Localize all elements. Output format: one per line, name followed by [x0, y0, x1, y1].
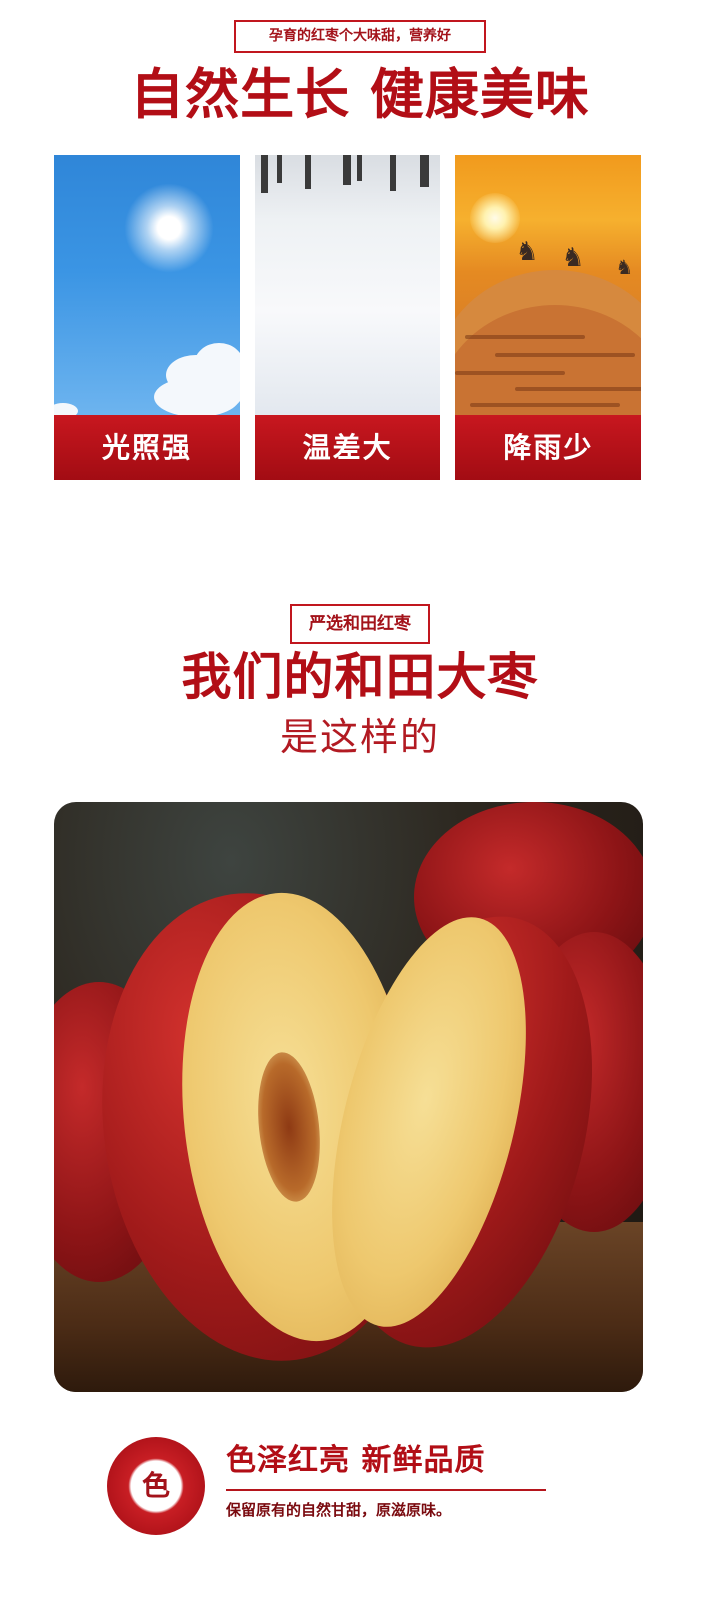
panel-caption: 降雨少 [455, 415, 642, 480]
panel-caption: 光照强 [54, 415, 240, 480]
panel-caption: 温差大 [254, 415, 441, 480]
panel-sunlight: 光照强 [54, 155, 240, 480]
cut-red-dates-photo [54, 802, 643, 1392]
snow-field-image [254, 155, 441, 415]
climate-panels: 光照强 温差大 ♞ ♞ ♞ 降雨少 [54, 155, 642, 480]
feature-divider [226, 1489, 546, 1491]
section-title: 自然生长 健康美味 [130, 63, 590, 126]
sunny-sky-image [54, 155, 240, 419]
feature-badge: 色 [107, 1437, 205, 1535]
panel-rainfall: ♞ ♞ ♞ 降雨少 [455, 155, 642, 480]
section-title: 我们的和田大枣 [181, 648, 539, 706]
desert-camels-image: ♞ ♞ ♞ [455, 155, 642, 480]
section-tag: 严选和田红枣 [290, 604, 430, 644]
section-tag: 孕育的红枣个大味甜，营养好 [234, 20, 486, 53]
feature-description: 保留原有的自然甘甜，原滋原味。 [226, 1501, 452, 1519]
feature-title: 色泽红亮 新鲜品质 [226, 1443, 486, 1478]
section-subtitle: 是这样的 [279, 715, 440, 759]
panel-temperature: 温差大 [254, 155, 441, 480]
feature-badge-char: 色 [141, 1469, 170, 1502]
